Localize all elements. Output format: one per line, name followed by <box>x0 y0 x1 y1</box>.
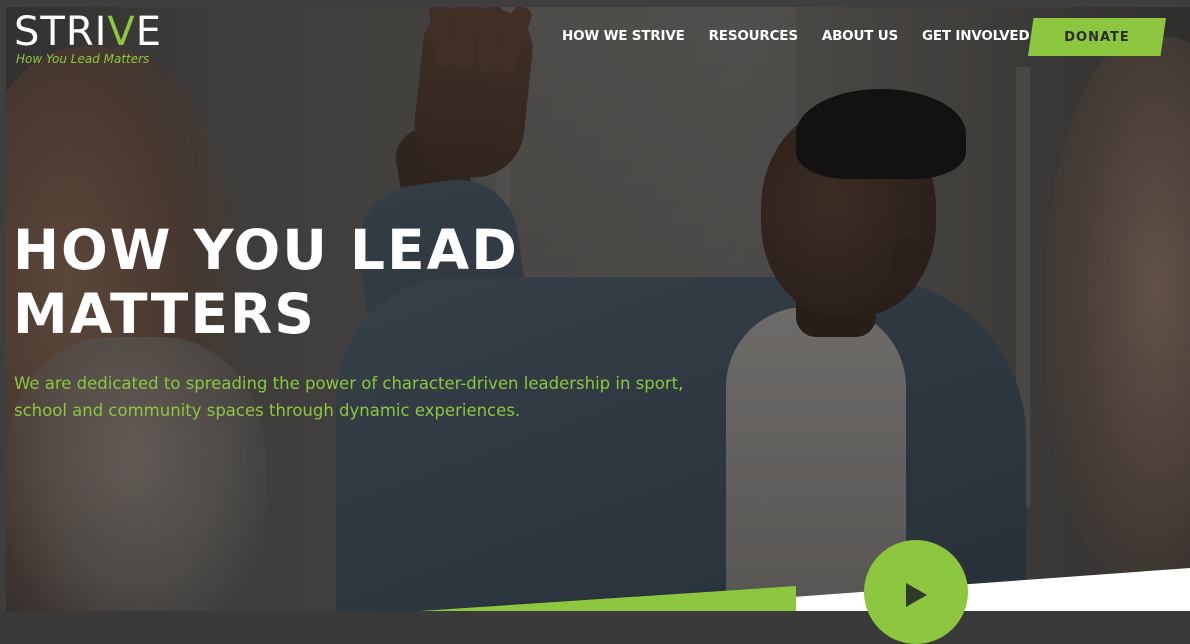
donate-button[interactable]: DONATE <box>1028 18 1166 56</box>
hero-headline: HOW YOU LEAD MATTERS <box>13 218 519 346</box>
logo-tagline: How You Lead Matters <box>16 52 150 66</box>
logo-text-accent: V <box>107 9 136 55</box>
hero-headline-line2: MATTERS <box>13 282 316 346</box>
logo-wordmark: STRI V E <box>14 10 162 54</box>
play-icon <box>906 583 927 607</box>
hero-subcopy: We are dedicated to spreading the power … <box>14 374 684 420</box>
hero-headline-line1: HOW YOU LEAD <box>13 218 519 282</box>
window-frame-top <box>0 0 1190 7</box>
main-nav: HOW WE STRIVE RESOURCES ABOUT US GET INV… <box>562 26 1053 46</box>
nav-get-involved[interactable]: GET INVOLVED <box>922 26 1030 46</box>
play-video-button[interactable] <box>864 540 968 644</box>
nav-how-we-strive[interactable]: HOW WE STRIVE <box>562 26 685 46</box>
window-frame-left <box>0 0 6 611</box>
strive-logo[interactable]: STRI V E How You Lead Matters <box>14 10 162 66</box>
logo-text-part2: E <box>135 9 163 55</box>
nav-resources[interactable]: RESOURCES <box>709 26 798 46</box>
logo-text-part1: STRI <box>14 9 108 55</box>
nav-about-us[interactable]: ABOUT US <box>822 26 898 46</box>
